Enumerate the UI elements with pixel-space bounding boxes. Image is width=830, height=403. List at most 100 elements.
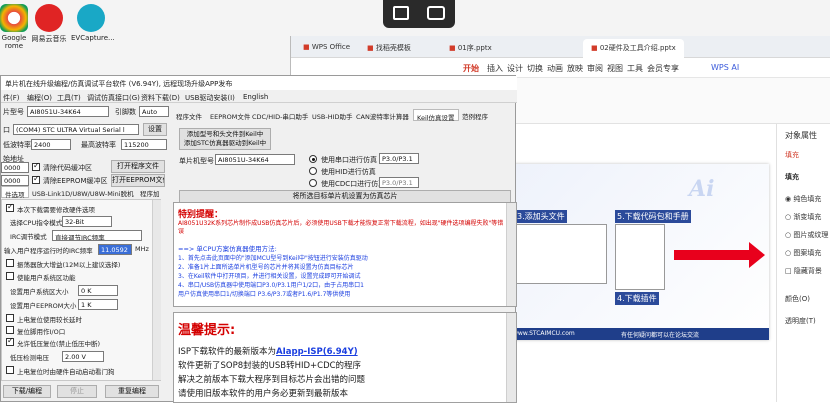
lvd-voltage-select[interactable]: 2.00 V [62,351,104,362]
auto-wdt-checkbox[interactable] [6,366,14,374]
tab-cdc-hid[interactable]: CDC/HID-串口助手 [249,109,311,121]
start-addr-2[interactable]: 0000 [1,175,29,186]
user-sys-checkbox[interactable] [6,272,14,280]
chip-select[interactable]: AI8051U-34K64 [27,106,109,117]
screenshot-icon[interactable] [427,6,445,20]
menu-file[interactable]: 件(F) [3,93,20,103]
fill-option-picture[interactable]: ○ 图片或纹理 [785,230,828,240]
open-program-button[interactable]: 打开程序文件 [111,160,165,173]
tab-examples[interactable]: 范例程序 [459,109,491,121]
tab-template[interactable]: ■ 找稻壳模板 [359,39,419,58]
panel-section[interactable]: 填充 [785,150,799,160]
tab-hw-options[interactable]: 件选项 [1,186,29,199]
tab-wps-office[interactable]: ■ WPS Office [295,39,358,58]
min-baud-select[interactable]: 2400 [31,139,71,150]
mhz-label: MHz [135,245,149,253]
slide-screenshot-1 [515,224,607,284]
panel-sub: 填充 [785,173,799,181]
fill-option-hide-bg[interactable]: □ 隐藏背景 [785,266,822,276]
lvd-reset-checkbox[interactable] [6,336,14,346]
ribbon-view[interactable]: 视图 [607,63,623,74]
irc-freq-input[interactable]: 11.0592 [98,244,132,255]
notice-box: 特别提醒： AI8051U32K系列芯片制作成USB仿真芯片后，必须使用USB下… [173,202,517,307]
menu-tools[interactable]: 工具(T) [57,93,81,103]
arrow-head [749,242,765,268]
start-addr-1[interactable]: 0000 [1,162,29,173]
irc-freq-label: 输入用户程序运行时的IRC频率 [4,247,93,255]
desktop: Google rome 网易云音乐 EVCapture... ■ WPS Off… [0,0,830,403]
tab-pptx-02[interactable]: ■ 02硬件及工具介绍.pptx [583,39,684,58]
stop-button[interactable]: 停止 [57,385,97,398]
cpu-mode-select[interactable]: 32-Bit [62,216,112,227]
tab-program-encrypt[interactable]: 程序加 [137,186,163,198]
modify-hw-checkbox[interactable] [6,202,14,212]
port-select[interactable]: (COM4) STC ULTRA Virtual Serial l [13,124,139,135]
ribbon-transition[interactable]: 切换 [527,63,543,74]
sim-chip-select[interactable]: AI8051U-34K64 [215,154,295,165]
max-baud-select[interactable]: 115200 [121,139,167,150]
tab-usb-hid[interactable]: USB-HID助手 [309,109,356,121]
pin-select[interactable]: Auto [139,106,169,117]
long-delay-checkbox[interactable] [6,314,14,322]
ribbon-home[interactable]: 开始 [463,63,479,74]
screen-region-icon[interactable] [393,6,409,20]
fill-option-gradient[interactable]: ○ 渐变填充 [785,212,821,222]
tips-scrollbar[interactable] [506,313,516,402]
irc-mode-select[interactable]: 直接调节IRC频率 [52,230,142,241]
radio-cdc-sim[interactable] [309,179,317,187]
tab-eeprom-file[interactable]: EEPROM文件 [207,109,253,121]
reset-io-checkbox[interactable] [6,326,14,334]
download-button[interactable]: 下载/编程 [3,385,51,398]
ribbon-tools[interactable]: 工具 [627,63,643,74]
menu-download[interactable]: 资料下载(D) [141,93,180,103]
tab-keil-sim[interactable]: Keil仿真设置 [413,109,459,122]
osc-gain-checkbox[interactable] [6,259,14,267]
tab-can-baud[interactable]: CAN波特率计算器 [353,109,412,121]
tab-pptx-01[interactable]: ■ 01序.pptx [441,39,500,58]
left-scrollbar[interactable] [152,200,161,380]
serial-port-select[interactable]: P3.0/P3.1 [379,153,419,164]
desktop-icon-evcapture[interactable]: EVCapture... [71,4,115,42]
tab-usb-link[interactable]: USB-Link1D/U8W/U8W-Mini脱机 [29,186,137,198]
transparency-label: 透明度(T) [785,317,816,325]
stc-isp-window: 单片机在线升级编程/仿真调试平台软件 (V6.94Y), 远程现场升级APP发布… [0,75,517,403]
notice-title: 特别提醒： [178,210,224,220]
ribbon-member[interactable]: 会员专享 [647,63,679,74]
eeprom-size-select[interactable]: 1 K [78,299,118,310]
cdc-port-select[interactable]: P3.0/P3.1 [379,177,419,188]
desktop-icon-netease-music[interactable]: 网易云音乐 [29,4,69,44]
menu-english[interactable]: English [243,93,268,101]
clear-eeprom-checkbox[interactable] [32,174,40,184]
ribbon-review[interactable]: 审阅 [587,63,603,74]
repeat-program-button[interactable]: 重复编程 [105,385,159,398]
color-label: 颜色(O) [785,295,810,303]
slide-thumbnail[interactable]: Ai 3.添加头文件 5.下载代码包和手册 4.下载插件 www.STCAIMC… [509,164,769,340]
user-sys-size-select[interactable]: 0 K [78,285,118,296]
lvd-voltage-label: 低压检测电压 [10,354,49,362]
clear-eeprom-label: 清除EEPROM缓冲区 [43,177,108,185]
radio-serial-sim[interactable] [309,155,317,163]
reset-io-label: 复位脚用作I/O口 [17,328,66,336]
fill-option-pattern[interactable]: ○ 图案填充 [785,248,821,258]
ribbon-insert[interactable]: 插入 [487,63,503,74]
menu-debug[interactable]: 调试仿真接口(G) [87,93,140,103]
port-settings-button[interactable]: 设置 [143,123,167,136]
tips-box: 温馨提示: ISP下载软件的最新版本为AIapp-ISP(6.94Y) 软件更新… [173,312,517,403]
notice-line-4: 4、串口/USB仿真器中使用端口P3.0/P3.1用户1/2口，由于占用串口1 [178,282,364,289]
radio-hid-sim[interactable] [309,167,317,175]
add-to-keil-button[interactable]: 添加型号和头文件到Keil中 添加STC仿真器驱动到Keil中 [179,128,271,150]
clear-code-checkbox[interactable] [32,161,40,171]
wps-ai-button[interactable]: WPS AI [711,63,739,72]
ribbon-slideshow[interactable]: 放映 [567,63,583,74]
tips-version-link[interactable]: AIapp-ISP(6.94Y) [276,347,358,357]
tab-program-file[interactable]: 程序文件 [173,109,205,121]
ribbon-design[interactable]: 设计 [507,63,523,74]
object-properties-panel: 对象属性 填充 填充 ◉ 纯色填充 ○ 渐变填充 ○ 图片或纹理 ○ 图案填充 … [776,124,830,402]
pin-label: 引脚数 [115,108,136,116]
notice-scrollbar[interactable] [506,203,516,306]
tips-title: 温馨提示: [178,323,236,338]
ribbon-animation[interactable]: 动画 [547,63,563,74]
menu-program[interactable]: 编程(O) [27,93,52,103]
menu-usb-driver[interactable]: USB驱动安装(I) [185,93,235,103]
fill-option-solid[interactable]: ◉ 纯色填充 [785,194,821,204]
